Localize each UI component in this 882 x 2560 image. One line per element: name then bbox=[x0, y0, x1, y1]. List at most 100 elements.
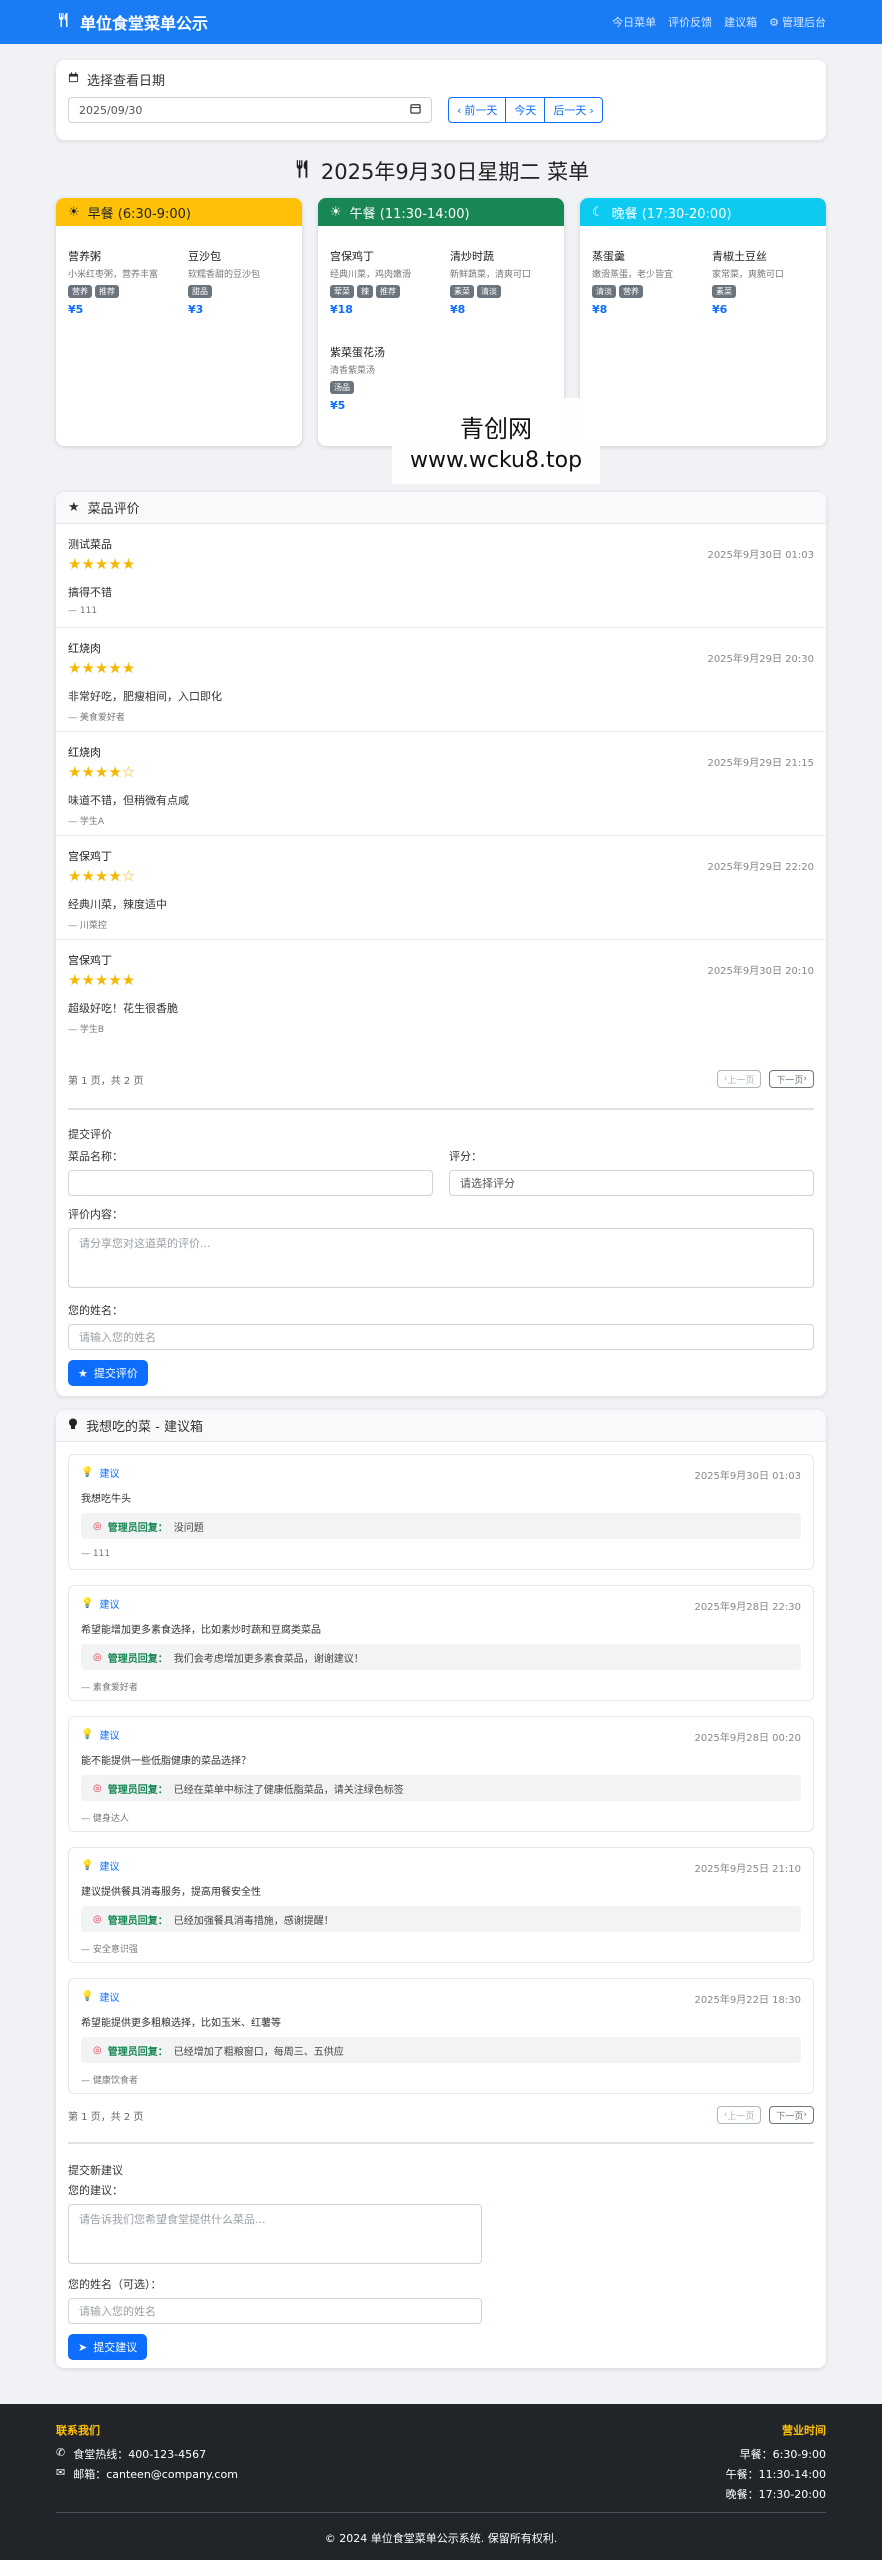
suggestions-title: 我想吃的菜 - 建议箱 bbox=[86, 1420, 203, 1435]
review-time: 2025年9月30日 01:03 bbox=[707, 550, 814, 561]
suggestion-form: 提交新建议 您的建议： 请告诉我们您希望食堂提供什么菜品... 您的姓名（可选）… bbox=[68, 2162, 814, 2360]
rating-stars: ★★★★☆ bbox=[68, 867, 136, 885]
dish-tag: 推荐 bbox=[376, 285, 400, 298]
review-item: 测试菜品 2025年9月30日 01:03 ★★★★★ 搞得不错 — 111 bbox=[56, 524, 826, 628]
review-form-title: 提交评价 bbox=[68, 1128, 112, 1141]
prev-page-button[interactable]: ‹ 上一页 bbox=[716, 2106, 762, 2124]
copyright: © 2024 单位食堂菜单公示系统. 保留所有权利. bbox=[324, 2532, 558, 2545]
dish-desc: 经典川菜，鸡肉嫩滑 bbox=[330, 270, 412, 280]
submit-review-label: 提交评价 bbox=[93, 1367, 138, 1380]
suggestion-type: 建议 bbox=[99, 1469, 120, 1480]
admin-icon: ◎ bbox=[93, 1520, 102, 1532]
submit-suggestion-button[interactable]: ➤ 提交建议 bbox=[68, 2334, 148, 2360]
review-dish: 宫保鸡丁 bbox=[68, 850, 112, 863]
review-time: 2025年9月29日 20:30 bbox=[707, 654, 814, 665]
review-item: 宫保鸡丁 2025年9月30日 20:10 ★★★★★ 超级好吃！花生很香脆 —… bbox=[56, 940, 826, 1044]
divider bbox=[68, 1108, 814, 1110]
suggestion-type: 建议 bbox=[99, 1731, 120, 1742]
prev-page-button[interactable]: ‹ 上一页 bbox=[716, 1070, 762, 1088]
rating-stars: ★★★★★ bbox=[68, 659, 136, 677]
admin-reply: ◎ 管理员回复： 已经加强餐具消毒措施，感谢提醒！ bbox=[81, 1906, 801, 1932]
dish-price: ¥6 bbox=[712, 303, 728, 316]
star-icon: ★ bbox=[78, 1366, 88, 1380]
reviewer-name-input[interactable]: 请输入您的姓名 bbox=[68, 1324, 814, 1350]
suggester-name-input[interactable]: 请输入您的姓名 bbox=[68, 2298, 482, 2324]
review-item: 红烧肉 2025年9月29日 21:15 ★★★★☆ 味道不错，但稍微有点咸 —… bbox=[56, 732, 826, 836]
lightbulb-icon: 💡 bbox=[81, 1860, 94, 1871]
prev-day-button[interactable]: ‹ 前一天 bbox=[448, 97, 507, 123]
admin-icon: ◎ bbox=[93, 2044, 102, 2056]
watermark-line2: www.wcku8.top bbox=[409, 448, 583, 473]
next-page-button[interactable]: 下一页 › bbox=[769, 1070, 814, 1088]
dish-tag: 甜品 bbox=[188, 285, 212, 298]
admin-reply-text: 已经在菜单中标注了健康低脂菜品，请关注绿色标签 bbox=[173, 1784, 404, 1796]
meal-header-breakfast: ☀ 早餐 (6:30-9:00) bbox=[56, 198, 302, 226]
submit-suggestion-label: 提交建议 bbox=[93, 2341, 138, 2354]
dish-name: 豆沙包 bbox=[188, 250, 221, 263]
admin-icon: ◎ bbox=[93, 1651, 102, 1663]
admin-reply-label: 管理员回复： bbox=[107, 1522, 168, 1534]
next-page-label: 下一页 bbox=[776, 1075, 804, 1086]
dish-card: 清炒时蔬 新鲜蔬菜，清爽可口 素菜 清淡 ¥8 bbox=[450, 248, 560, 316]
suggestion-content-label: 您的建议： bbox=[68, 2184, 123, 2197]
suggestion-time: 2025年9月25日 21:10 bbox=[694, 1864, 801, 1875]
lightbulb-icon: 💡 bbox=[81, 1729, 94, 1740]
review-time: 2025年9月29日 22:20 bbox=[707, 862, 814, 873]
rating-stars: ★★★★★ bbox=[68, 971, 136, 989]
suggester-name-placeholder: 请输入您的姓名 bbox=[79, 2305, 156, 2318]
meal-header-lunch: ☀ 午餐 (11:30-14:00) bbox=[318, 198, 564, 226]
review-dish: 宫保鸡丁 bbox=[68, 954, 112, 967]
hours-title: 营业时间 bbox=[782, 2424, 826, 2437]
dish-price: ¥3 bbox=[188, 303, 204, 316]
next-page-button[interactable]: 下一页 › bbox=[769, 2106, 814, 2124]
calendar-picker-icon[interactable] bbox=[410, 103, 421, 117]
next-page-label: 下一页 bbox=[776, 2111, 804, 2122]
divider bbox=[68, 2142, 814, 2144]
suggestion-item: 💡 建议 2025年9月25日 21:10 建议提供餐具消毒服务，提高用餐安全性 … bbox=[68, 1847, 814, 1963]
star-icon: ★ bbox=[68, 500, 80, 515]
phone-text: 食堂热线：400-123-4567 bbox=[73, 2448, 207, 2461]
hours-lunch: 午餐：11:30-14:00 bbox=[725, 2468, 826, 2481]
email-text[interactable]: 邮箱：canteen@company.com bbox=[73, 2466, 238, 2482]
suggestion-time: 2025年9月28日 22:30 bbox=[694, 1602, 801, 1613]
moon-icon: ☾ bbox=[592, 204, 604, 220]
suggestion-content-textarea[interactable]: 请告诉我们您希望食堂提供什么菜品... bbox=[68, 2204, 482, 2264]
dish-price: ¥8 bbox=[450, 303, 466, 316]
dish-tag: 辣 bbox=[357, 285, 373, 298]
suggestion-user: — 素食爱好者 bbox=[81, 1683, 138, 1693]
reviews-pagination: 第 1 页，共 2 页 ‹ 上一页 下一页 › bbox=[68, 1070, 814, 1088]
suggestion-time: 2025年9月30日 01:03 bbox=[694, 1471, 801, 1482]
review-item: 红烧肉 2025年9月29日 20:30 ★★★★★ 非常好吃，肥瘦相间，入口即… bbox=[56, 628, 826, 732]
content-label: 评价内容： bbox=[68, 1208, 123, 1221]
admin-reply-text: 没问题 bbox=[173, 1522, 204, 1534]
dish-desc: 新鲜蔬菜，清爽可口 bbox=[450, 270, 532, 280]
review-content-textarea[interactable]: 请分享您对这道菜的评价... bbox=[68, 1228, 814, 1288]
dish-card: 豆沙包 软糯香甜的豆沙包 甜品 ¥3 bbox=[188, 248, 298, 316]
dish-tag: 营养 bbox=[68, 285, 92, 298]
reviews-header: ★ 菜品评价 bbox=[56, 492, 826, 524]
lightbulb-icon: 💡 bbox=[81, 1991, 94, 2002]
dish-name: 清炒时蔬 bbox=[450, 250, 494, 263]
date-value: 2025/09/30 bbox=[79, 103, 143, 117]
rating-select[interactable]: 请选择评分 bbox=[449, 1170, 814, 1196]
suggestion-content: 希望能增加更多素食选择，比如素炒时蔬和豆腐类菜品 bbox=[81, 1625, 321, 1636]
rating-stars: ★★★★★ bbox=[68, 555, 136, 573]
lightbulb-icon: 💡 bbox=[81, 1598, 94, 1609]
dish-price: ¥5 bbox=[68, 303, 84, 316]
review-user: — 学生A bbox=[68, 817, 105, 827]
reviews-title: 菜品评价 bbox=[87, 502, 140, 517]
dish-desc: 嫩滑蒸蛋，老少皆宜 bbox=[592, 270, 674, 280]
date-nav-group: ‹ 前一天 今天 后一天 › bbox=[448, 97, 603, 123]
dish-name-input[interactable] bbox=[68, 1170, 433, 1196]
suggestion-content: 能不能提供一些低脂健康的菜品选择？ bbox=[81, 1756, 251, 1767]
chevron-right-icon: › bbox=[589, 103, 594, 117]
submit-review-button[interactable]: ★ 提交评价 bbox=[68, 1360, 148, 1386]
today-button[interactable]: 今天 bbox=[506, 97, 546, 123]
next-day-button[interactable]: 后一天 › bbox=[545, 97, 603, 123]
date-input[interactable]: 2025/09/30 bbox=[68, 97, 432, 123]
suggestion-content-placeholder: 请告诉我们您希望食堂提供什么菜品... bbox=[79, 2213, 266, 2226]
reviewer-name-placeholder: 请输入您的姓名 bbox=[79, 1331, 156, 1344]
dish-card: 宫保鸡丁 经典川菜，鸡肉嫩滑 荤菜辣推荐 ¥18 bbox=[330, 248, 440, 316]
dish-card: 青椒土豆丝 家常菜，爽脆可口 素菜 ¥6 bbox=[712, 248, 822, 316]
dish-desc: 小米红枣粥，营养丰富 bbox=[68, 270, 159, 280]
